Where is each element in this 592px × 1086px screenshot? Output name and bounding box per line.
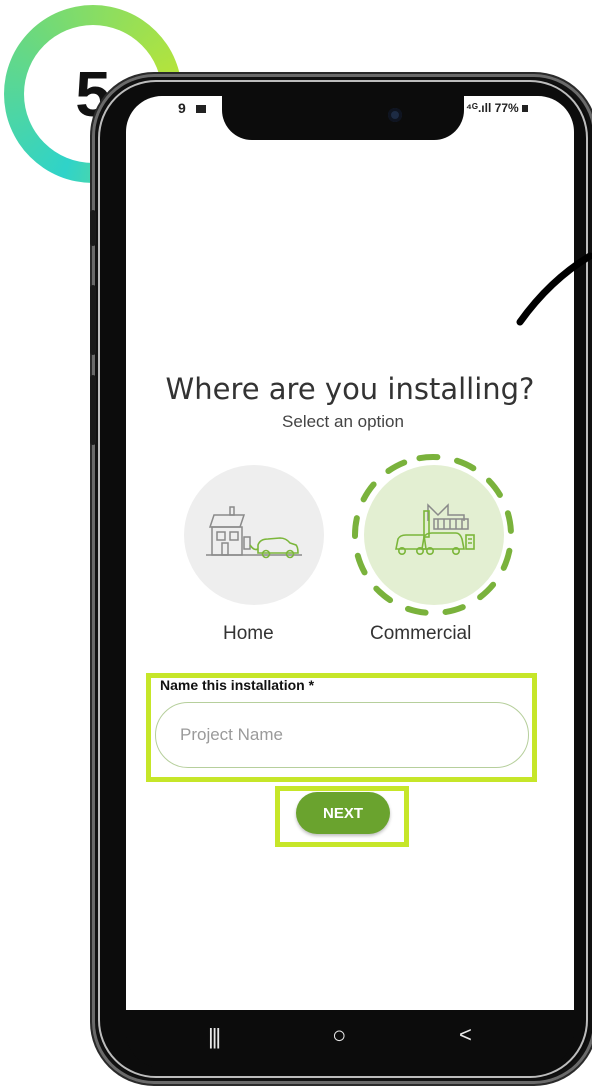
phone-side-button [90, 285, 96, 355]
option-home[interactable] [184, 465, 324, 605]
gallery-icon [195, 105, 206, 113]
option-commercial-label: Commercial [370, 623, 472, 644]
phone-side-button [90, 375, 96, 445]
project-name-input[interactable] [155, 702, 529, 768]
home-nav-icon[interactable]: ○ [332, 1022, 347, 1050]
option-home-label: Home [223, 623, 274, 644]
page-subtitle: Select an option [282, 412, 404, 431]
status-bar-right: ⁴ᴳ.ıll 77% [466, 101, 529, 115]
battery-icon [522, 105, 529, 112]
phone-notch [222, 96, 464, 140]
selected-dashed-ring [352, 453, 514, 616]
page-title: Where are you installing? [165, 372, 535, 406]
decorative-curve-icon [516, 252, 592, 326]
android-navbar [126, 1010, 574, 1068]
installation-name-label: Name this installation * [160, 677, 315, 693]
camera-icon [388, 108, 402, 122]
signal-indicator: ⁴ᴳ.ıll [466, 101, 492, 115]
phone-side-button [90, 210, 96, 246]
recents-icon[interactable]: ||| [208, 1024, 221, 1050]
status-bar-left: 9 [178, 100, 206, 116]
back-icon[interactable]: < [459, 1022, 472, 1048]
next-button[interactable]: NEXT [296, 792, 390, 834]
status-time: 9 [178, 100, 186, 116]
battery-percent: 77% [494, 101, 519, 115]
house-with-car-charging-icon [206, 506, 302, 559]
